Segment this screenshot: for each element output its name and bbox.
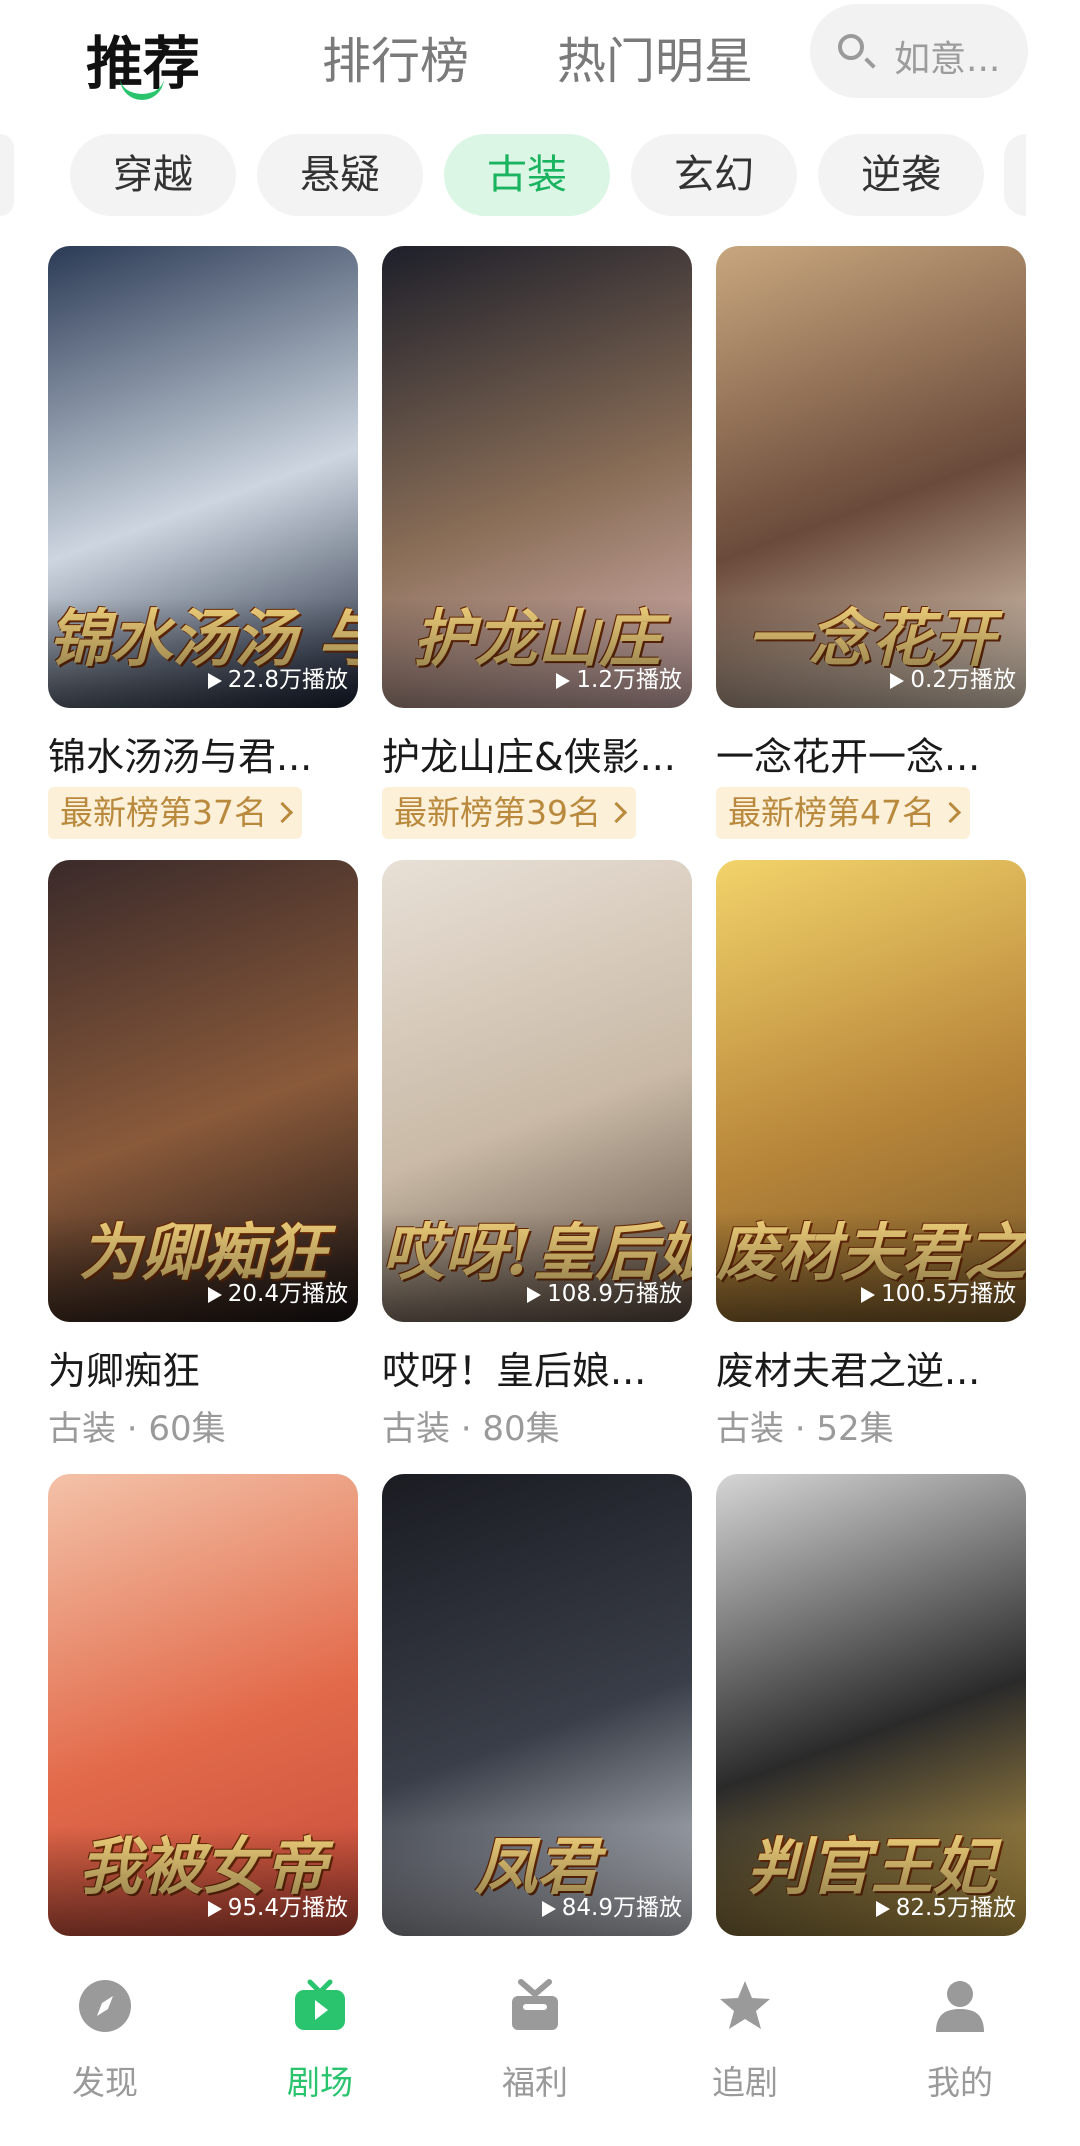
top-nav: 推荐 排行榜 热门明星 如意... (0, 0, 1080, 112)
play-count-value: 95.4万播放 (227, 1895, 348, 1921)
compass-icon (77, 1978, 133, 2034)
rank-text: 最新榜第39名 (394, 793, 601, 832)
nav-label-benefits: 福利 (502, 2063, 568, 2102)
play-count-value: 84.9万播放 (561, 1895, 682, 1921)
drama-poster[interactable]: 一念花开0.2万播放 (716, 246, 1026, 708)
play-count-value: 82.5万播放 (895, 1895, 1016, 1921)
play-count-value: 100.5万播放 (881, 1281, 1016, 1307)
drama-poster[interactable]: 废材夫君之逆袭崛起100.5万播放 (716, 860, 1026, 1322)
nav-theater[interactable]: 剧场 (245, 1978, 395, 2104)
chevron-right-icon (605, 801, 628, 824)
rank-text: 最新榜第37名 (60, 793, 267, 832)
chip-comeback[interactable]: 逆袭 (818, 134, 984, 216)
drama-card[interactable]: 我被女帝95.4万播放我被女帝偷... (48, 1474, 358, 2009)
chip-partial-left[interactable] (0, 134, 14, 216)
drama-card[interactable]: 护龙山庄1.2万播放护龙山庄&侠影... 最新榜第39名 (382, 246, 692, 839)
drama-card[interactable]: 废材夫君之逆袭崛起100.5万播放废材夫君之逆... 古装 · 52集 (716, 860, 1026, 1450)
play-count: 82.5万播放 (875, 1888, 1016, 1922)
search-icon (838, 34, 864, 60)
chevron-right-icon (939, 801, 962, 824)
drama-title[interactable]: 一念花开一念... (716, 726, 1026, 781)
drama-meta: 古装 · 52集 (716, 1409, 894, 1449)
search-placeholder: 如意... (894, 39, 1001, 80)
play-icon (861, 1286, 876, 1303)
drama-meta: 古装 · 60集 (48, 1409, 226, 1449)
drama-card[interactable]: 哎呀!皇后娘娘108.9万播放哎呀！皇后娘... 古装 · 80集 (382, 860, 692, 1450)
play-count-value: 1.2万播放 (576, 667, 682, 693)
gift-icon (507, 1978, 563, 2034)
play-icon (207, 672, 222, 689)
play-count: 1.2万播放 (556, 660, 682, 694)
nav-label-profile: 我的 (927, 2063, 993, 2102)
drama-poster[interactable]: 判官王妃82.5万播放 (716, 1474, 1026, 1936)
search-box[interactable]: 如意... (810, 4, 1028, 98)
play-icon (207, 1900, 222, 1917)
chip-time-travel[interactable]: 穿越 (70, 134, 236, 216)
drama-poster[interactable]: 哎呀!皇后娘娘108.9万播放 (382, 860, 692, 1322)
drama-poster[interactable]: 凤君84.9万播放 (382, 1474, 692, 1936)
chip-fantasy[interactable]: 玄幻 (631, 134, 797, 216)
nav-discover[interactable]: 发现 (30, 1978, 180, 2104)
tab-popular-stars[interactable]: 热门明星 (557, 22, 753, 93)
play-icon (556, 672, 571, 689)
play-count-value: 22.8万播放 (227, 667, 348, 693)
chip-costume[interactable]: 古装 (444, 134, 610, 216)
chip-mystery[interactable]: 悬疑 (257, 134, 423, 216)
play-icon (875, 1900, 890, 1917)
nav-following[interactable]: 追剧 (670, 1978, 820, 2104)
drama-poster[interactable]: 护龙山庄1.2万播放 (382, 246, 692, 708)
drama-card[interactable]: 为卿痴狂20.4万播放为卿痴狂古装 · 60集 (48, 860, 358, 1450)
drama-title[interactable]: 哎呀！皇后娘... (382, 1340, 692, 1395)
play-count: 84.9万播放 (541, 1888, 682, 1922)
play-icon (890, 672, 905, 689)
drama-title[interactable]: 锦水汤汤与君... (48, 726, 358, 781)
drama-card[interactable]: 锦水汤汤 与君长诀22.8万播放锦水汤汤与君... 最新榜第37名 (48, 246, 358, 839)
nav-label-following: 追剧 (712, 2063, 778, 2102)
rank-text: 最新榜第47名 (728, 793, 935, 832)
drama-poster[interactable]: 锦水汤汤 与君长诀22.8万播放 (48, 246, 358, 708)
play-count: 20.4万播放 (207, 1274, 348, 1308)
play-count: 100.5万播放 (861, 1274, 1016, 1308)
play-icon (207, 1286, 222, 1303)
tab-rankings[interactable]: 排行榜 (322, 22, 469, 93)
nav-label-theater: 剧场 (287, 2063, 353, 2102)
user-icon (932, 1978, 988, 2034)
drama-poster[interactable]: 我被女帝95.4万播放 (48, 1474, 358, 1936)
nav-profile[interactable]: 我的 (885, 1978, 1035, 2104)
bottom-nav: 发现 剧场 福利 追剧 我的 (0, 1950, 1080, 2146)
play-count-value: 108.9万播放 (547, 1281, 682, 1307)
star-icon (717, 1978, 773, 2034)
category-chips: 穿越 悬疑 古装 玄幻 逆袭 (0, 130, 1080, 222)
play-count: 108.9万播放 (527, 1274, 682, 1308)
rank-badge[interactable]: 最新榜第37名 (48, 787, 302, 839)
play-count-value: 0.2万播放 (910, 667, 1016, 693)
chevron-right-icon (271, 801, 294, 824)
play-icon (527, 1286, 542, 1303)
drama-title[interactable]: 废材夫君之逆... (716, 1340, 1026, 1395)
drama-title[interactable]: 护龙山庄&侠影... (382, 726, 692, 781)
rank-badge[interactable]: 最新榜第47名 (716, 787, 970, 839)
drama-card[interactable]: 凤君84.9万播放凤君 (382, 1474, 692, 2009)
drama-card[interactable]: 一念花开0.2万播放一念花开一念... 最新榜第47名 (716, 246, 1026, 839)
play-count-value: 20.4万播放 (227, 1281, 348, 1307)
drama-meta: 古装 · 80集 (382, 1409, 560, 1449)
drama-card[interactable]: 判官王妃82.5万播放判官王妃不好惹 (716, 1474, 1026, 2009)
nav-label-discover: 发现 (72, 2063, 138, 2102)
play-icon (541, 1900, 556, 1917)
play-count: 95.4万播放 (207, 1888, 348, 1922)
drama-title[interactable]: 为卿痴狂 (48, 1340, 358, 1395)
chip-partial-right[interactable] (1004, 134, 1026, 216)
tv-icon (292, 1978, 348, 2034)
drama-poster[interactable]: 为卿痴狂20.4万播放 (48, 860, 358, 1322)
rank-badge[interactable]: 最新榜第39名 (382, 787, 636, 839)
play-count: 22.8万播放 (207, 660, 348, 694)
nav-benefits[interactable]: 福利 (460, 1978, 610, 2104)
play-count: 0.2万播放 (890, 660, 1016, 694)
